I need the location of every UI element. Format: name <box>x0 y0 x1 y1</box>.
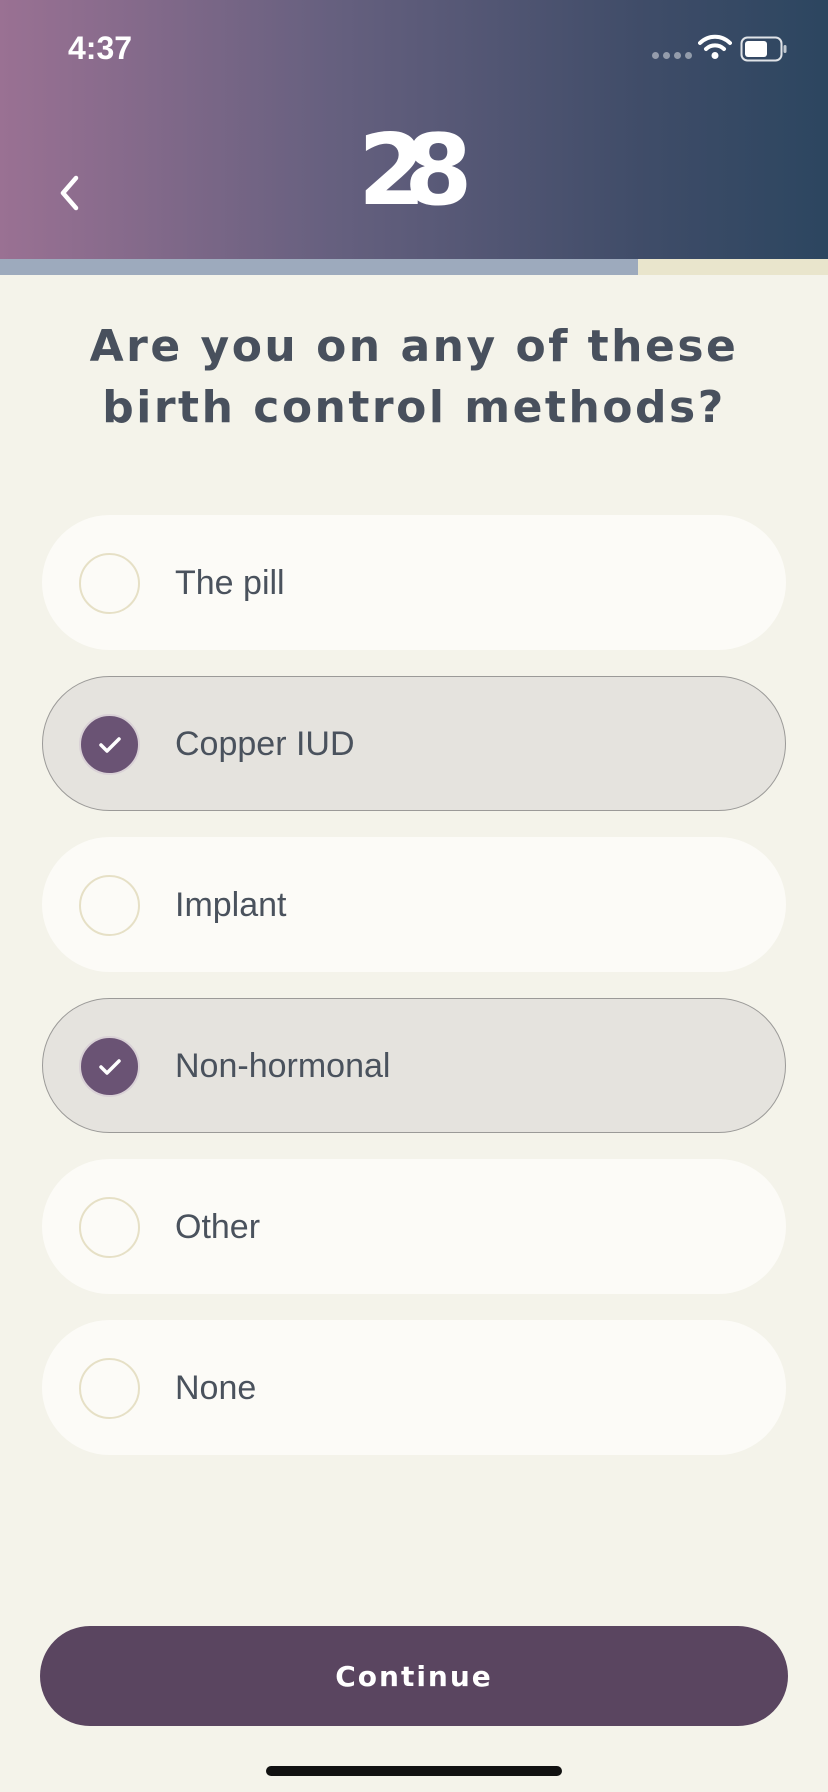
option-item[interactable]: The pill <box>42 515 786 650</box>
checkbox-checked[interactable] <box>79 1036 140 1097</box>
checkmark-icon <box>98 736 121 753</box>
checkbox-unchecked[interactable] <box>79 875 140 936</box>
checkbox-checked[interactable] <box>79 714 140 775</box>
option-item[interactable]: Implant <box>42 837 786 972</box>
options-list: The pill Copper IUD Implant Non-hormonal Oth… <box>42 515 786 1481</box>
option-item[interactable]: Non-hormonal <box>42 998 786 1133</box>
option-item[interactable]: Copper IUD <box>42 676 786 811</box>
option-label: Other <box>175 1208 261 1246</box>
continue-button[interactable]: Continue <box>40 1626 788 1726</box>
checkmark-icon <box>98 1058 121 1075</box>
checkbox-unchecked[interactable] <box>79 1358 140 1419</box>
option-item[interactable]: Other <box>42 1159 786 1294</box>
app-logo: 28 <box>358 124 470 228</box>
progress-bar <box>0 259 828 275</box>
home-indicator <box>266 1766 562 1776</box>
status-time: 4:37 <box>68 30 133 66</box>
wifi-icon <box>698 34 732 59</box>
option-label: Non-hormonal <box>175 1047 391 1085</box>
checkbox-unchecked[interactable] <box>79 1197 140 1258</box>
question-title: Are you on any of these birth control me… <box>89 321 739 433</box>
progress-fill <box>0 259 638 275</box>
option-label: Copper IUD <box>175 725 355 763</box>
app-header: 4:37 28 <box>0 0 828 259</box>
option-label: None <box>175 1369 257 1407</box>
option-label: Implant <box>175 886 287 924</box>
checkbox-unchecked[interactable] <box>79 553 140 614</box>
battery-icon <box>740 36 788 62</box>
cellular-signal-icon <box>652 52 692 59</box>
option-item[interactable]: None <box>42 1320 786 1455</box>
chevron-left-icon <box>60 175 79 211</box>
back-button[interactable] <box>50 168 94 218</box>
option-label: The pill <box>175 564 285 602</box>
logo-text: 28 <box>358 124 467 228</box>
